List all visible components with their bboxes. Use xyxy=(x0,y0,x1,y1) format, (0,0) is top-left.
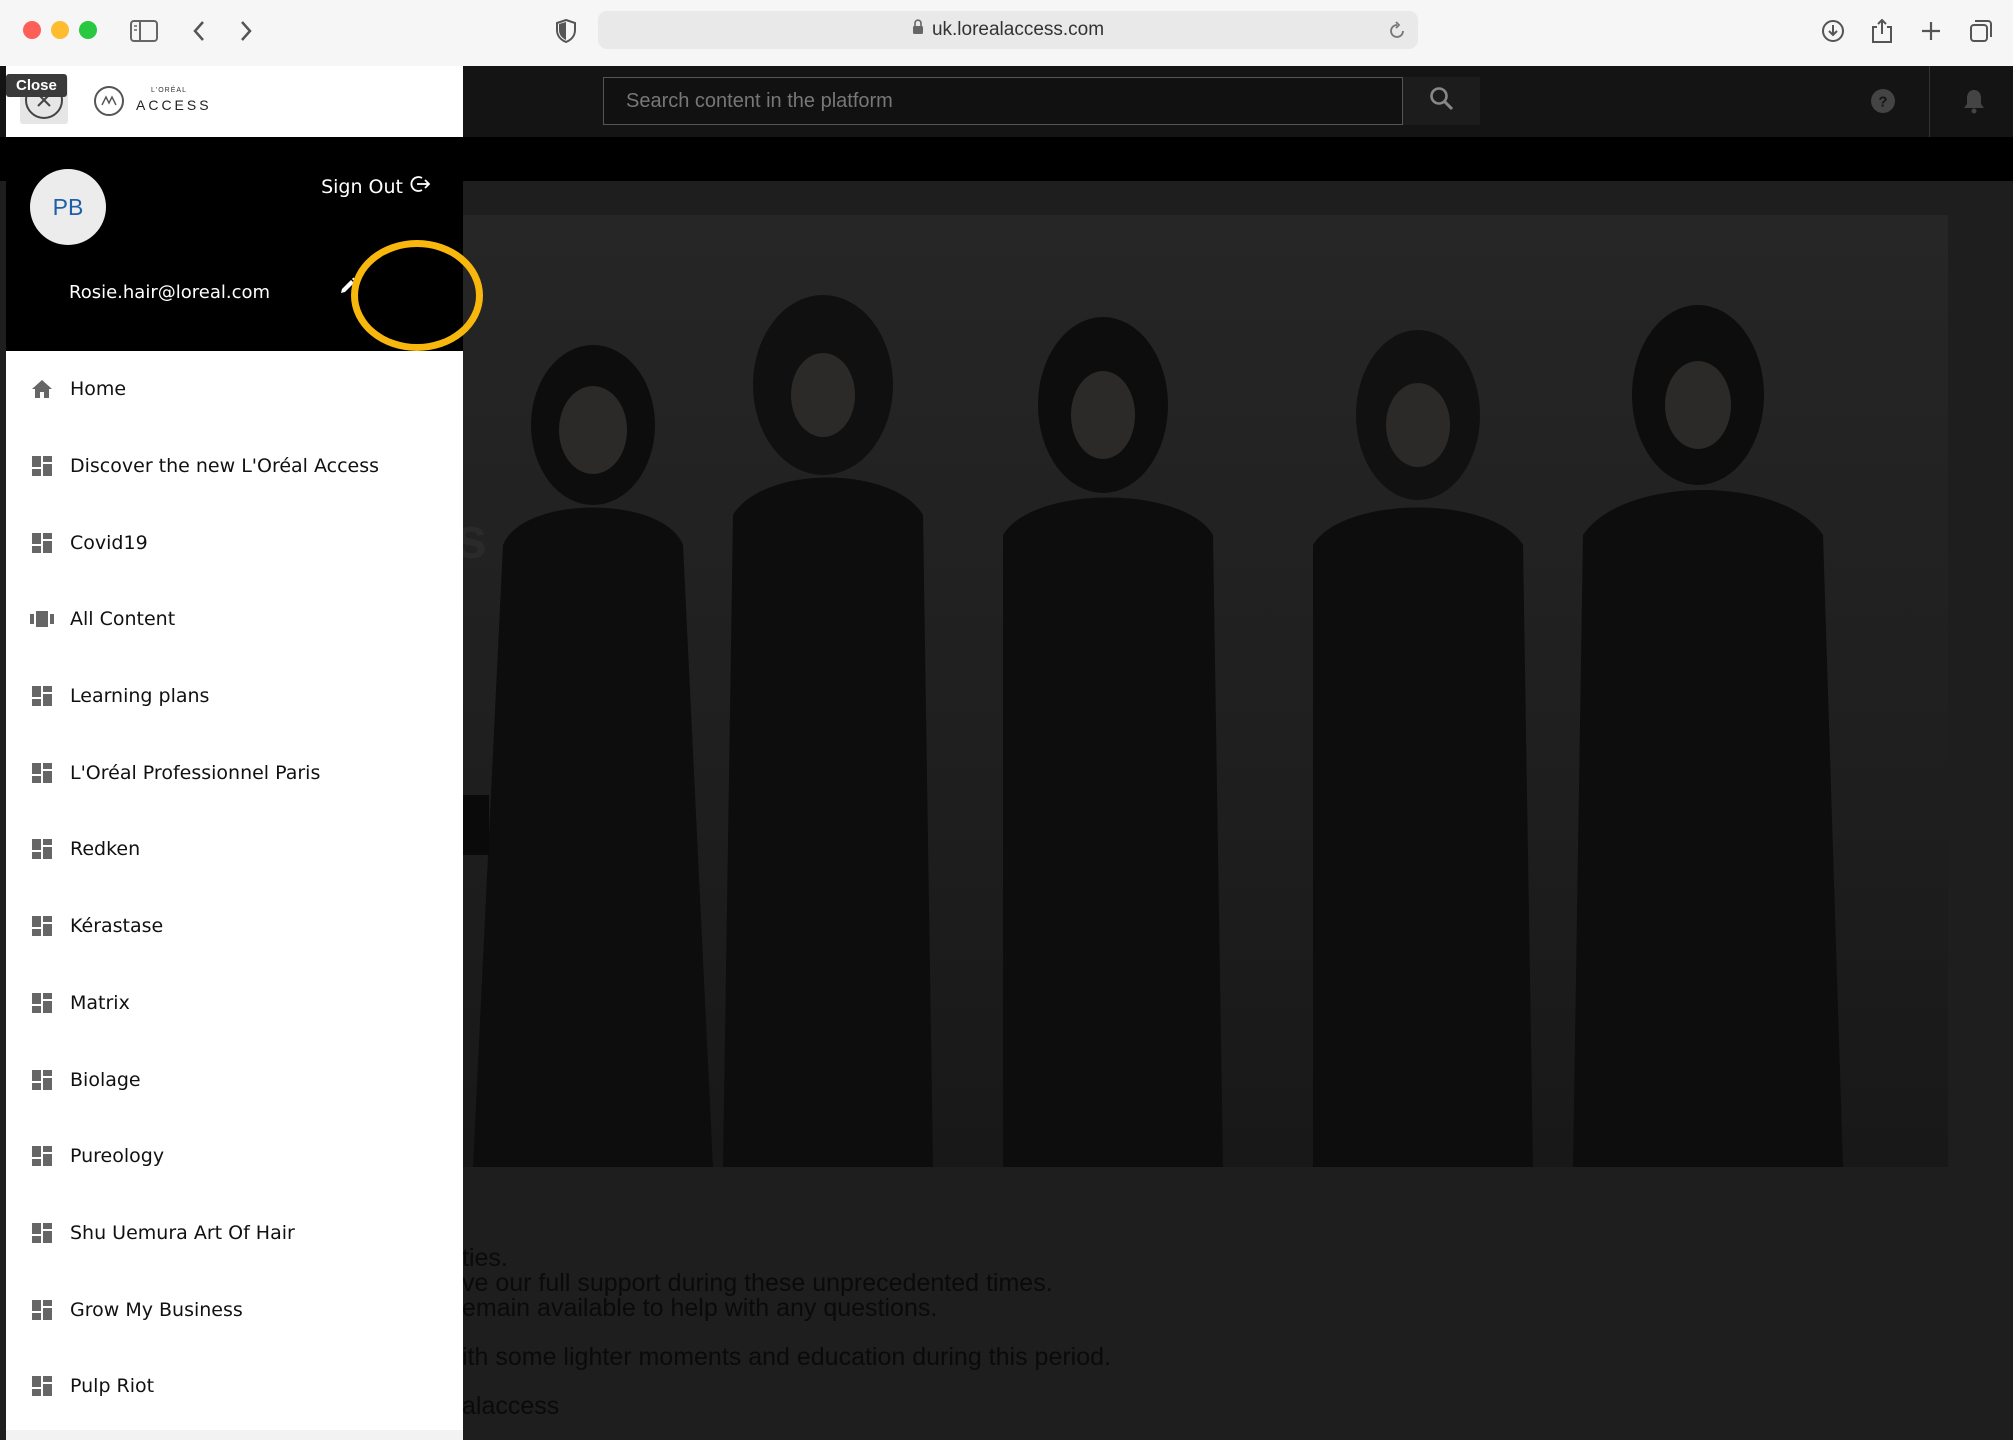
menu-item-label: Covid19 xyxy=(70,531,148,554)
browser-toolbar: uk.lorealaccess.com xyxy=(0,0,2013,67)
menu-item[interactable]: L'Oréal Professionnel Paris xyxy=(6,734,463,811)
menu-item[interactable]: Grow My Business xyxy=(6,1271,463,1348)
sign-out-icon xyxy=(409,174,431,199)
menu-item-label: Matrix xyxy=(70,991,130,1014)
menu-item[interactable]: Learning plans xyxy=(6,658,463,735)
downloads-icon[interactable] xyxy=(1815,13,1851,49)
dashboard-icon xyxy=(30,991,54,1015)
share-icon[interactable] xyxy=(1864,13,1900,49)
sidebar-toggle-icon[interactable] xyxy=(126,13,162,49)
drawer-footer xyxy=(6,1430,463,1440)
drawer-menu: Home Discover the new L'Oréal Access Covid… xyxy=(6,351,463,1425)
header-divider xyxy=(1929,66,1930,137)
menu-item-label: Grow My Business xyxy=(70,1298,243,1321)
welcome-link-fragment[interactable]: alaccess xyxy=(462,1392,559,1421)
hero-image xyxy=(463,215,1948,1167)
menu-item-label: Biolage xyxy=(70,1068,141,1091)
dashboard-icon xyxy=(30,684,54,708)
loreal-access-logo-icon xyxy=(94,86,124,116)
dashboard-icon xyxy=(30,1144,54,1168)
carousel-icon xyxy=(30,607,54,631)
help-icon[interactable]: ? xyxy=(1870,88,1896,118)
address-bar[interactable]: uk.lorealaccess.com xyxy=(598,11,1418,49)
sign-out-button[interactable]: Sign Out xyxy=(321,174,431,199)
dashboard-icon xyxy=(30,761,54,785)
close-window-button[interactable] xyxy=(23,21,41,39)
dashboard-icon xyxy=(30,531,54,555)
forward-icon[interactable] xyxy=(228,13,264,49)
search-input[interactable]: Search content in the platform xyxy=(603,77,1403,125)
menu-item-label: L'Oréal Professionnel Paris xyxy=(70,761,321,784)
menu-item[interactable]: Biolage xyxy=(6,1041,463,1118)
url-text: uk.lorealaccess.com xyxy=(931,19,1105,40)
menu-item[interactable]: Kérastase xyxy=(6,888,463,965)
menu-item[interactable]: Covid19 xyxy=(6,504,463,581)
back-icon[interactable] xyxy=(181,13,217,49)
logo-access-text: ACCESS xyxy=(136,97,212,113)
home-icon xyxy=(30,377,54,401)
drawer-header: L'ORÉAL ACCESS xyxy=(6,66,463,137)
dashboard-icon xyxy=(30,837,54,861)
menu-item[interactable]: Pulp Riot xyxy=(6,1348,463,1425)
welcome-text-line: ith some lighter moments and education d… xyxy=(462,1343,1111,1371)
sign-out-label: Sign Out xyxy=(321,175,403,198)
tab-overview-icon[interactable] xyxy=(1963,13,1999,49)
menu-item[interactable]: Shu Uemura Art Of Hair xyxy=(6,1195,463,1272)
logo-brand-text: L'ORÉAL xyxy=(151,87,187,94)
shield-icon[interactable] xyxy=(548,13,584,49)
lock-icon xyxy=(912,19,924,41)
highlight-ring-annotation xyxy=(351,240,483,351)
menu-item[interactable]: Pureology xyxy=(6,1118,463,1195)
new-tab-icon[interactable] xyxy=(1913,13,1949,49)
menu-item[interactable]: Discover the new L'Oréal Access xyxy=(6,428,463,505)
dashboard-icon xyxy=(30,1298,54,1322)
dashboard-icon xyxy=(30,914,54,938)
menu-item-label: Home xyxy=(70,378,127,401)
menu-item-label: Kérastase xyxy=(70,915,164,938)
search-button[interactable] xyxy=(1403,77,1480,125)
menu-item-label: Pulp Riot xyxy=(70,1375,155,1398)
reload-icon[interactable] xyxy=(1388,20,1406,46)
svg-text:?: ? xyxy=(1878,94,1887,111)
menu-item-label: Learning plans xyxy=(70,685,210,708)
minimize-window-button[interactable] xyxy=(51,21,69,39)
menu-item[interactable]: Matrix xyxy=(6,965,463,1042)
menu-item-label: Redken xyxy=(70,838,141,861)
menu-item-label: Pureology xyxy=(70,1145,165,1168)
menu-item-label: Shu Uemura Art Of Hair xyxy=(70,1221,295,1244)
welcome-text-line: emain available to help with any questio… xyxy=(462,1294,938,1322)
zoom-window-button[interactable] xyxy=(79,21,97,39)
menu-item[interactable]: All Content xyxy=(6,581,463,658)
menu-item-label: All Content xyxy=(70,608,176,631)
menu-item[interactable]: Home xyxy=(6,351,463,428)
menu-item-label: Discover the new L'Oréal Access xyxy=(70,455,380,478)
search-icon xyxy=(1429,86,1455,116)
dashboard-icon xyxy=(30,1068,54,1092)
bell-icon[interactable] xyxy=(1962,88,1986,118)
avatar[interactable]: PB xyxy=(30,169,106,245)
user-email: Rosie.hair@loreal.com xyxy=(69,282,271,303)
dashboard-icon xyxy=(30,1221,54,1245)
dashboard-icon xyxy=(30,454,54,478)
close-tooltip: Close xyxy=(6,74,67,97)
menu-item[interactable]: Redken xyxy=(6,811,463,888)
dashboard-icon xyxy=(30,1374,54,1398)
